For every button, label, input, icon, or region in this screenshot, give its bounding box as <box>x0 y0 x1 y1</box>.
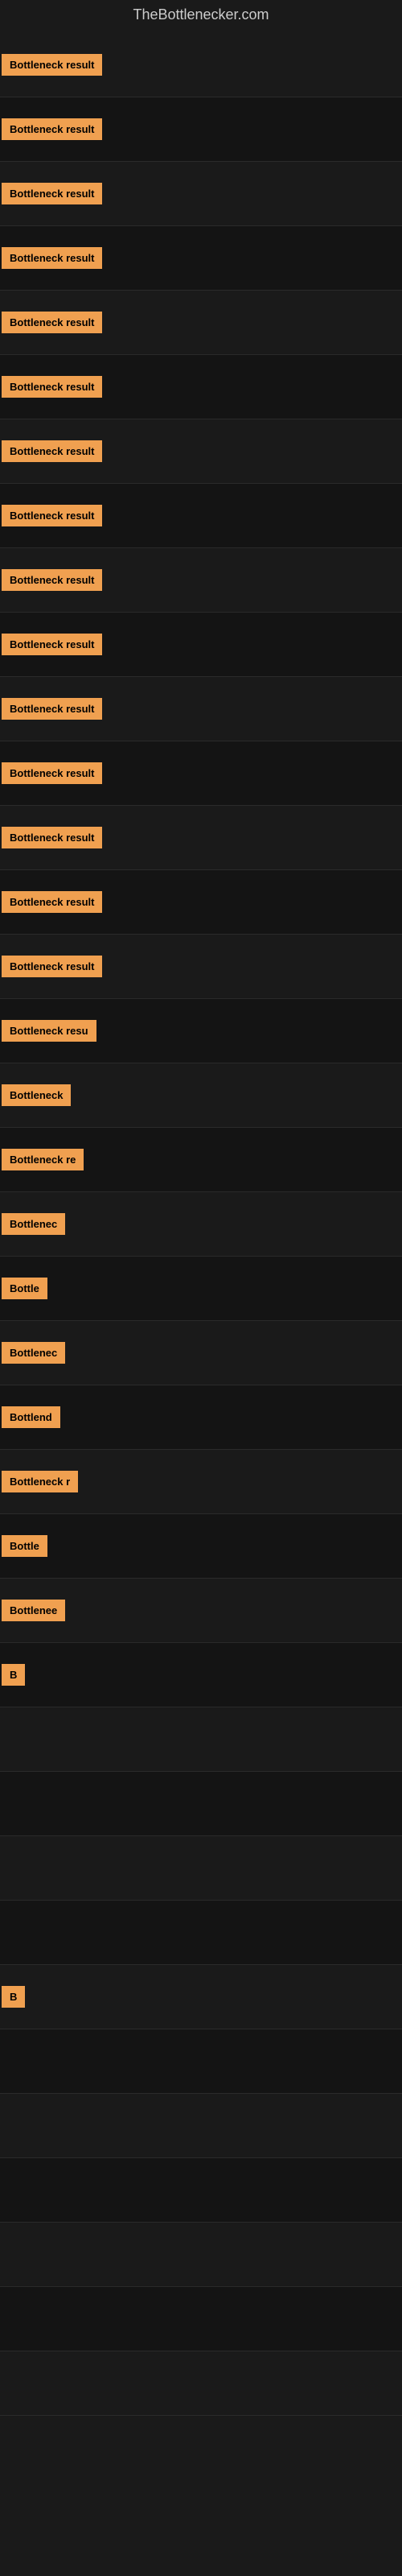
bottleneck-badge[interactable]: Bottleneck result <box>2 247 102 269</box>
bottleneck-row: Bottleneck result <box>0 677 402 741</box>
bottleneck-badge[interactable]: Bottleneck result <box>2 183 102 204</box>
bottleneck-badge[interactable]: Bottlend <box>2 1406 60 1428</box>
bottleneck-row: Bottleneck re <box>0 1128 402 1192</box>
bottleneck-row: Bottleneck result <box>0 226 402 291</box>
bottleneck-row: Bottleneck result <box>0 741 402 806</box>
bottleneck-row: B <box>0 1643 402 1707</box>
bottleneck-row <box>0 1901 402 1965</box>
bottleneck-row <box>0 1836 402 1901</box>
bottleneck-badge[interactable]: Bottlenec <box>2 1342 65 1364</box>
bottleneck-badge[interactable]: Bottleneck result <box>2 440 102 462</box>
bottleneck-row: Bottlenec <box>0 1192 402 1257</box>
bottleneck-badge[interactable]: Bottleneck result <box>2 827 102 848</box>
bottleneck-badge[interactable]: Bottleneck result <box>2 376 102 398</box>
bottleneck-badge[interactable]: Bottle <box>2 1535 47 1557</box>
bottleneck-badge[interactable]: Bottleneck result <box>2 312 102 333</box>
bottleneck-badge[interactable]: Bottleneck result <box>2 762 102 784</box>
bottleneck-row <box>0 2351 402 2416</box>
bottleneck-row: Bottlend <box>0 1385 402 1450</box>
page-container: TheBottlenecker.com Bottleneck resultBot… <box>0 0 402 2576</box>
bottleneck-row: Bottleneck resu <box>0 999 402 1063</box>
bottleneck-row: Bottle <box>0 1257 402 1321</box>
bottleneck-row: Bottlenec <box>0 1321 402 1385</box>
bottleneck-badge[interactable]: Bottleneck result <box>2 505 102 526</box>
bottleneck-badge[interactable]: B <box>2 1664 25 1686</box>
rows-container: Bottleneck result Bottleneck result Bottle… <box>0 33 402 2416</box>
bottleneck-row: Bottleneck result <box>0 162 402 226</box>
bottleneck-row <box>0 2287 402 2351</box>
bottleneck-badge[interactable]: Bottleneck result <box>2 698 102 720</box>
bottleneck-row: Bottleneck result <box>0 291 402 355</box>
bottleneck-badge[interactable]: Bottleneck resu <box>2 1020 96 1042</box>
bottleneck-row: Bottleneck result <box>0 33 402 97</box>
bottleneck-badge[interactable]: Bottleneck result <box>2 891 102 913</box>
bottleneck-badge[interactable]: Bottlenec <box>2 1213 65 1235</box>
bottleneck-badge[interactable]: Bottlenee <box>2 1600 65 1621</box>
bottleneck-badge[interactable]: B <box>2 1986 25 2008</box>
bottleneck-badge[interactable]: Bottleneck r <box>2 1471 78 1492</box>
bottleneck-row: Bottleneck result <box>0 870 402 935</box>
bottleneck-badge[interactable]: Bottleneck re <box>2 1149 84 1170</box>
bottleneck-badge[interactable]: Bottleneck result <box>2 634 102 655</box>
bottleneck-row: Bottleneck result <box>0 548 402 613</box>
bottleneck-badge[interactable]: Bottleneck result <box>2 569 102 591</box>
bottleneck-row: Bottleneck result <box>0 419 402 484</box>
bottleneck-row: Bottleneck result <box>0 935 402 999</box>
bottleneck-row: Bottlenee <box>0 1579 402 1643</box>
bottleneck-badge[interactable]: Bottleneck result <box>2 54 102 76</box>
bottleneck-row: Bottle <box>0 1514 402 1579</box>
bottleneck-badge[interactable]: Bottleneck result <box>2 118 102 140</box>
bottleneck-badge[interactable]: Bottle <box>2 1278 47 1299</box>
bottleneck-row <box>0 2029 402 2094</box>
bottleneck-row: B <box>0 1965 402 2029</box>
bottleneck-row <box>0 1772 402 1836</box>
bottleneck-row: Bottleneck result <box>0 355 402 419</box>
bottleneck-badge[interactable]: Bottleneck result <box>2 956 102 977</box>
bottleneck-row <box>0 1707 402 1772</box>
bottleneck-row <box>0 2223 402 2287</box>
site-title: TheBottlenecker.com <box>0 0 402 33</box>
bottleneck-badge[interactable]: Bottleneck <box>2 1084 71 1106</box>
bottleneck-row <box>0 2158 402 2223</box>
bottleneck-row: Bottleneck result <box>0 97 402 162</box>
bottleneck-row: Bottleneck r <box>0 1450 402 1514</box>
bottleneck-row: Bottleneck result <box>0 613 402 677</box>
bottleneck-row <box>0 2094 402 2158</box>
bottleneck-row: Bottleneck <box>0 1063 402 1128</box>
bottleneck-row: Bottleneck result <box>0 806 402 870</box>
bottleneck-row: Bottleneck result <box>0 484 402 548</box>
